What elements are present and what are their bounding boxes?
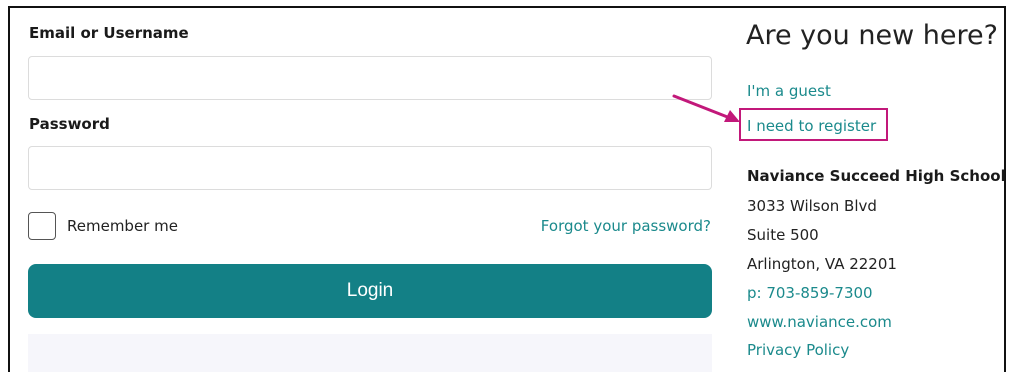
email-input[interactable]: [28, 56, 712, 100]
bottom-panel: [28, 334, 712, 372]
privacy-policy-link[interactable]: Privacy Policy: [747, 341, 849, 359]
address-line-1: 3033 Wilson Blvd: [747, 197, 877, 215]
guest-link[interactable]: I'm a guest: [747, 82, 831, 100]
email-label: Email or Username: [29, 24, 189, 42]
login-button[interactable]: Login: [28, 264, 712, 318]
annotation-arrow-icon: [672, 94, 740, 122]
address-line-3: Arlington, VA 22201: [747, 255, 897, 273]
school-name: Naviance Succeed High School: [747, 167, 1006, 185]
remember-me-label: Remember me: [67, 217, 178, 235]
password-input[interactable]: [28, 146, 712, 190]
remember-me-checkbox[interactable]: [28, 212, 56, 240]
phone-link[interactable]: p: 703-859-7300: [747, 284, 873, 302]
website-link[interactable]: www.naviance.com: [747, 313, 892, 331]
new-here-heading: Are you new here?: [746, 20, 998, 51]
address-line-2: Suite 500: [747, 226, 819, 244]
forgot-password-link[interactable]: Forgot your password?: [541, 217, 711, 235]
password-label: Password: [29, 115, 110, 133]
register-link[interactable]: I need to register: [747, 117, 876, 135]
